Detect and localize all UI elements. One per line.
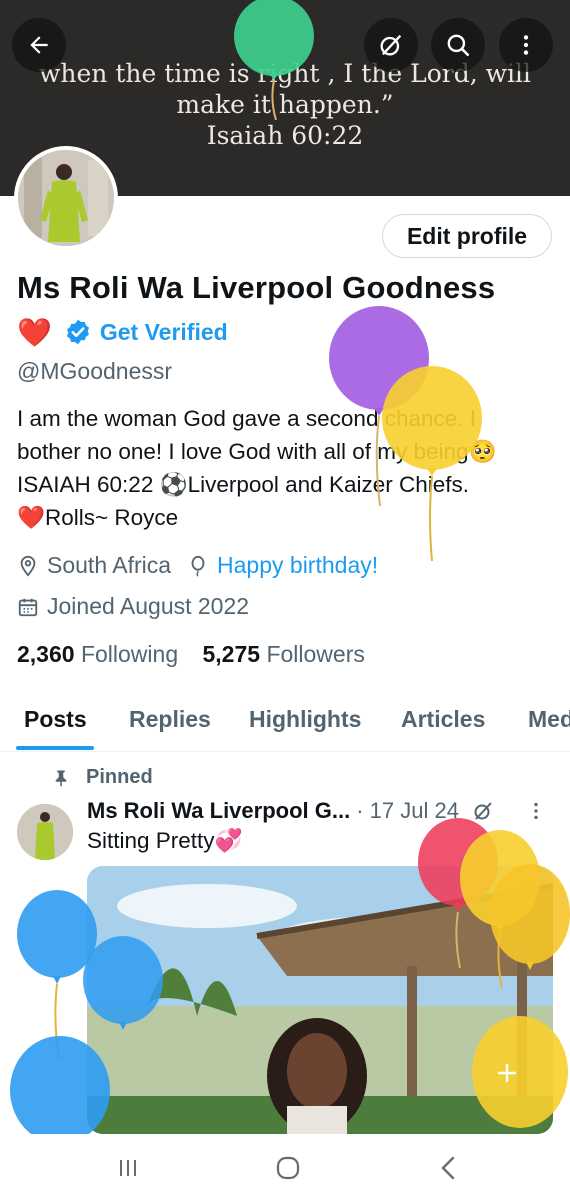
tab-replies[interactable]: Replies [129,706,211,733]
heart-emoji: ❤️ [17,316,52,348]
post-author-name[interactable]: Ms Roli Wa Liverpool G... [87,798,350,824]
back-nav-icon[interactable] [436,1154,460,1182]
followers-label: Followers [266,641,365,667]
balloon-decoration [490,864,570,970]
joined-text: Joined August 2022 [47,593,250,619]
verified-badge-icon [66,319,89,345]
pin-icon [55,770,67,786]
edit-profile-button[interactable]: Edit profile [382,214,552,258]
calendar-icon [18,598,38,616]
get-verified-label: Get Verified [99,318,228,345]
location-text: South Africa [47,552,172,578]
compose-button[interactable] [474,1040,540,1106]
tab-articles[interactable]: Articles [401,706,485,733]
slashed-circle-icon [380,34,402,56]
back-button[interactable] [12,18,66,72]
tab-posts[interactable]: Posts [24,706,87,733]
following-count: 2,360 [17,641,75,667]
location-pin-icon [20,555,36,577]
balloon-decoration [83,936,163,1030]
verify-row: ❤️ Get Verified [17,314,228,350]
post-author-avatar[interactable] [17,804,73,860]
post-more-icon[interactable] [525,800,547,822]
vertical-dots-icon [523,35,529,55]
balloon-decoration [382,366,482,562]
grok-button[interactable] [364,18,418,72]
pinned-indicator: Pinned [52,766,153,789]
post-text: Sitting Pretty💞 [87,828,243,853]
system-nav-bar [0,1134,570,1200]
display-name: Ms Roli Wa Liverpool Goodness [17,270,496,305]
avatar-photo [17,804,73,860]
arrow-left-icon [30,36,48,54]
birthday-link[interactable]: Happy birthday! [217,552,378,579]
recent-apps-icon[interactable] [116,1156,140,1180]
tab-media[interactable]: Media [528,706,570,733]
balloon-decoration [10,1036,110,1136]
profile-meta-row: South Africa Happy birthday! [17,552,378,579]
search-button[interactable] [431,18,485,72]
search-icon [447,34,470,57]
followers-link[interactable]: 5,275 Followers [203,641,365,667]
avatar-photo [18,150,114,246]
active-tab-indicator [16,746,94,750]
plus-icon [497,1063,517,1083]
followers-count: 5,275 [202,641,261,667]
home-icon[interactable] [274,1154,302,1182]
banner-quote-line: Isaiah 60:22 [206,121,364,150]
profile-avatar[interactable] [14,146,118,250]
joined-row: Joined August 2022 [17,593,249,620]
profile-tabs: Posts Replies Highlights Articles Media [0,700,570,752]
profile-handle: @MGoodnessr [17,358,173,384]
more-button[interactable] [499,18,553,72]
follow-stats: 2,360 Following 5,275 Followers [17,641,365,668]
tab-highlights[interactable]: Highlights [249,706,361,733]
following-link[interactable]: 2,360 Following [17,641,178,667]
balloon-icon [191,555,205,577]
pinned-label: Pinned [86,766,153,788]
following-label: Following [80,641,179,667]
get-verified-link[interactable]: Get Verified [64,318,228,346]
balloon-decoration [234,0,314,120]
